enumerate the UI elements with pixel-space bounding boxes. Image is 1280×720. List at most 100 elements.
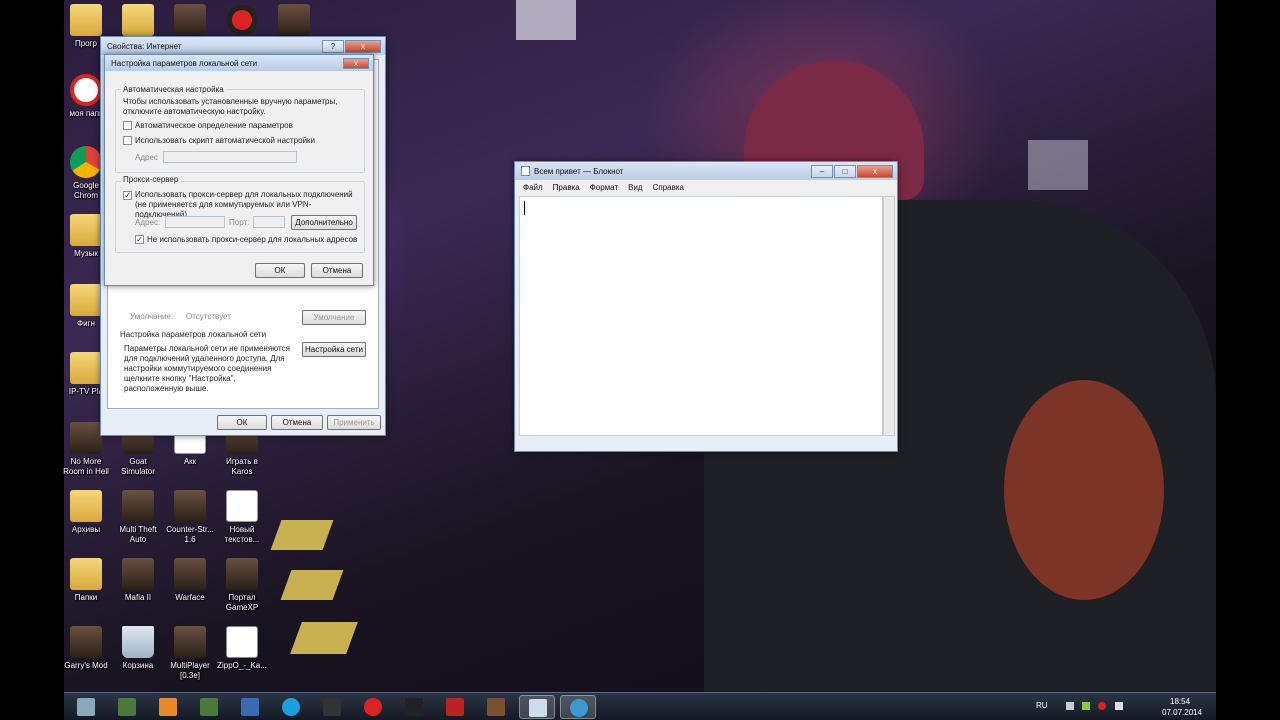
taskbar-button[interactable]: [478, 695, 514, 719]
use-proxy-checkbox[interactable]: ✓: [123, 191, 132, 200]
close-button[interactable]: x: [343, 57, 369, 69]
auto-detect-checkbox[interactable]: [123, 121, 132, 130]
title-buttons: ? x: [322, 39, 381, 53]
desktop-icon-label: моя папк: [69, 109, 103, 118]
minimize-button[interactable]: –: [811, 164, 833, 178]
desktop-icon-label: Корзина: [122, 661, 154, 670]
use-script-checkbox[interactable]: [123, 136, 132, 145]
volume-tray-icon[interactable]: [1114, 702, 1123, 710]
folder-icon: [70, 4, 102, 36]
desktop-icon-label: MultiPlayer [0.3e]: [170, 661, 210, 680]
desktop-icon[interactable]: [268, 4, 320, 39]
title-buttons: – □ x: [811, 164, 893, 178]
taskbar-button[interactable]: [273, 695, 309, 719]
game-icon: [122, 490, 154, 522]
desktop-icon[interactable]: Garry's Mod: [60, 626, 112, 671]
proxy-address-label: Адрес:: [135, 218, 161, 227]
record-tray-icon[interactable]: [1098, 702, 1107, 710]
defaults-button[interactable]: Умолчание: [302, 310, 366, 325]
title-buttons: x: [343, 57, 369, 69]
record-icon: [226, 4, 258, 36]
help-button[interactable]: ?: [322, 39, 344, 53]
notepad-text-area[interactable]: [519, 196, 883, 436]
desktop-icon[interactable]: Папки: [60, 558, 112, 603]
desktop-icon-label: Акк: [183, 457, 197, 466]
desktop-icon-label: Counter-Str... 1.6: [166, 525, 214, 544]
desktop-icon[interactable]: Новый текстов...: [216, 490, 268, 545]
vertical-scrollbar[interactable]: [883, 196, 895, 436]
desktop-icon-label: Музык: [74, 249, 98, 258]
taskbar-button[interactable]: [314, 695, 350, 719]
desktop-icon-label: Новый текстов...: [224, 525, 260, 544]
close-button[interactable]: x: [857, 164, 893, 178]
desktop-icon[interactable]: [216, 4, 268, 39]
clock-time[interactable]: 18:54: [1170, 697, 1190, 706]
desktop-icon[interactable]: [164, 4, 216, 39]
skype-icon: [282, 698, 300, 716]
lan-settings-dialog[interactable]: Настройка параметров локальной сети x Ав…: [104, 54, 374, 286]
close-button[interactable]: x: [345, 39, 381, 53]
lan-ok-button[interactable]: ОК: [255, 263, 305, 278]
desktop-icon[interactable]: Портал GameXP: [216, 558, 268, 613]
desktop-icon[interactable]: Counter-Str... 1.6: [164, 490, 216, 545]
notepad-icon: [521, 166, 530, 176]
desktop-icon[interactable]: [112, 4, 164, 39]
desktop-icon-label: Прогр: [74, 39, 97, 48]
lan-description: Параметры локальной сети не применяются …: [124, 344, 290, 393]
taskbar-button[interactable]: [232, 695, 268, 719]
network-icon: [570, 699, 588, 717]
maximize-button[interactable]: □: [834, 164, 856, 178]
security-tray-icon[interactable]: [1082, 702, 1091, 710]
desktop-icon-label: Папки: [74, 593, 98, 602]
desktop-icon-label: Warface: [175, 593, 205, 602]
desktop-icon-label: Архивы: [71, 525, 101, 534]
taskbar-button[interactable]: [150, 695, 186, 719]
menu-view[interactable]: Вид: [628, 183, 642, 192]
internet-properties-titlebar[interactable]: Свойства: Интернет ? x: [101, 37, 385, 55]
desktop-icon[interactable]: Warface: [164, 558, 216, 603]
lan-group-title: Настройка параметров локальной сети: [120, 330, 267, 339]
menu-edit[interactable]: Правка: [553, 183, 580, 192]
menu-file[interactable]: Файл: [523, 183, 543, 192]
proxy-address-field[interactable]: [165, 216, 225, 228]
desktop-icon[interactable]: Архивы: [60, 490, 112, 535]
proxy-port-field[interactable]: [253, 216, 285, 228]
lan-settings-button[interactable]: Настройка сети: [302, 342, 366, 357]
notepad-window[interactable]: Всем привет — Блокнот – □ x Файл Правка …: [514, 161, 898, 452]
folder-icon: [122, 4, 154, 36]
taskbar-button[interactable]: [396, 695, 432, 719]
lan-dialog-titlebar[interactable]: Настройка параметров локальной сети x: [105, 55, 373, 71]
desktop-icon[interactable]: Mafia II: [112, 558, 164, 603]
desktop-icon[interactable]: Multi Theft Auto: [112, 490, 164, 545]
script-address-field[interactable]: [163, 151, 297, 163]
notepad-titlebar[interactable]: Всем привет — Блокнот – □ x: [515, 162, 897, 180]
lan-cancel-button[interactable]: Отмена: [311, 263, 363, 278]
menu-help[interactable]: Справка: [653, 183, 684, 192]
ok-button[interactable]: ОК: [217, 415, 267, 430]
desktop-icon[interactable]: ZippO_-_Ka...: [216, 626, 268, 671]
taskbar-button[interactable]: [109, 695, 145, 719]
script-address-label: Адрес: [135, 153, 158, 162]
taskbar-button[interactable]: [355, 695, 391, 719]
bypass-local-checkbox[interactable]: ✓: [135, 235, 144, 244]
taskbar-button[interactable]: [191, 695, 227, 719]
language-indicator[interactable]: RU: [1036, 701, 1048, 710]
menu-format[interactable]: Формат: [590, 183, 618, 192]
network-tray-icon[interactable]: [1066, 702, 1074, 710]
taskbar-button[interactable]: [560, 695, 596, 719]
apply-button[interactable]: Применить: [327, 415, 381, 430]
cancel-button[interactable]: Отмена: [271, 415, 323, 430]
taskbar: RU 18:54 07.07.2014: [64, 692, 1216, 720]
folder-icon: [70, 352, 102, 384]
taskbar-button[interactable]: [519, 695, 555, 719]
taskbar-button[interactable]: [437, 695, 473, 719]
game-icon: [70, 422, 102, 454]
taskbar-button[interactable]: [68, 695, 104, 719]
desktop-icon[interactable]: Корзина: [112, 626, 164, 671]
folder-icon: [70, 490, 102, 522]
bypass-local-label: Не использовать прокси-сервер для локаль…: [147, 235, 358, 244]
advanced-button[interactable]: Дополнительно: [291, 215, 357, 230]
desktop-icon[interactable]: MultiPlayer [0.3e]: [164, 626, 216, 681]
clock-date[interactable]: 07.07.2014: [1162, 708, 1202, 717]
wallpaper-stripe: [280, 570, 344, 600]
